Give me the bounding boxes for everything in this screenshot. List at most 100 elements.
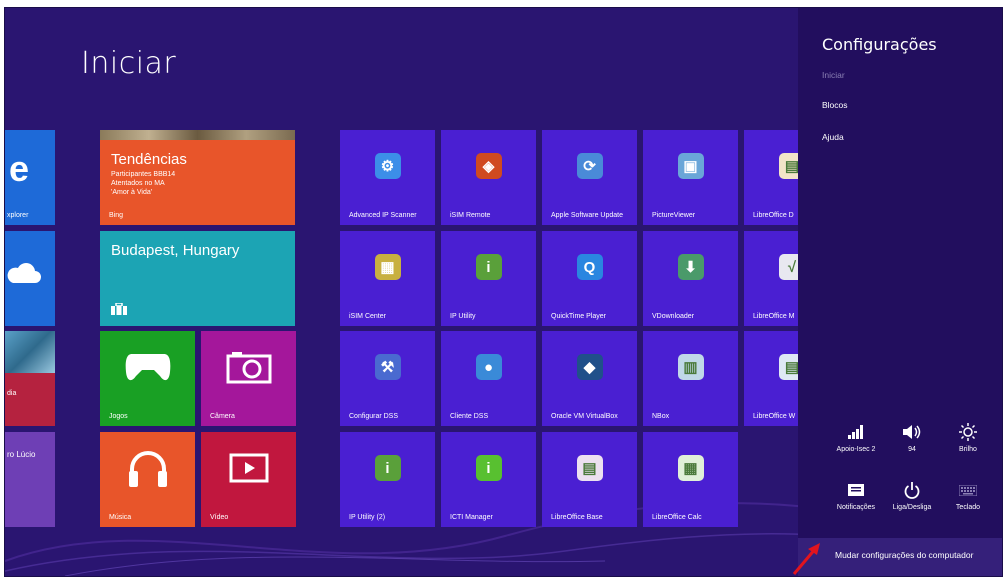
app-tile[interactable]: ▥ NBox [643, 331, 738, 426]
picture-viewer-icon: ▣ [677, 153, 704, 180]
camera-icon [226, 352, 271, 384]
tile-label: Apple Software Update [551, 212, 623, 219]
tile-label: Configurar DSS [349, 413, 399, 420]
tile-label: iSIM Center [349, 313, 386, 320]
sim-center-icon: ▦ [374, 254, 401, 281]
tile-label: LibreOffice W [753, 413, 796, 420]
app-tile[interactable]: ▤ LibreOffice Base [542, 432, 637, 527]
trends-line: 'Amor à Vida' [111, 189, 153, 196]
tile-label: iSIM Remote [450, 212, 491, 219]
app-tile[interactable]: ⬇ VDownloader [643, 231, 738, 326]
volume-icon [903, 425, 921, 439]
tile-label: LibreOffice Calc [652, 514, 702, 521]
tile-label: ro Lúcio [7, 450, 36, 459]
brightness-icon [959, 423, 977, 441]
tile-label: PictureViewer [652, 212, 696, 219]
virtualbox-icon: ◆ [576, 354, 603, 381]
tile-label: dia [7, 390, 17, 397]
cloud-icon [7, 263, 41, 283]
trends-line: Atentados no MA [111, 180, 165, 187]
app-tile[interactable]: √ LibreOffice M [744, 231, 802, 326]
keyboard-icon [959, 484, 977, 496]
trends-photo-strip [100, 130, 295, 140]
tile-label: Música [109, 514, 132, 521]
libreoffice-base-icon: ▤ [576, 455, 603, 482]
page-title: Iniciar [81, 46, 177, 81]
tile-video[interactable]: Vídeo [201, 432, 296, 527]
tile-label: Oracle VM VirtualBox [551, 413, 618, 420]
app-tile[interactable]: ▦ LibreOffice Calc [643, 432, 738, 527]
tile-label: VDownloader [652, 313, 695, 320]
charm-title: Configurações [822, 35, 937, 54]
charm-link-help[interactable]: Ajuda [822, 132, 844, 142]
app-tile[interactable]: Q QuickTime Player [542, 231, 637, 326]
app-tile[interactable]: ▤ LibreOffice W [744, 331, 802, 426]
app-tile[interactable]: ◆ Oracle VM VirtualBox [542, 331, 637, 426]
tile-weather[interactable]: Budapest, Hungary [100, 231, 295, 326]
tile-label: Bing [109, 212, 124, 219]
xbox-controller-icon [125, 354, 170, 381]
quick-setting-label: Notificações [836, 504, 876, 511]
nbox-icon: ▥ [677, 354, 704, 381]
quick-setting-power[interactable]: Liga/Desliga [884, 479, 940, 511]
tile-camera[interactable]: Câmera [201, 331, 296, 426]
app-tile[interactable]: i ICTI Manager [441, 432, 536, 527]
quick-setting-label: Brilho [959, 446, 977, 453]
quick-setting-brightness[interactable]: Brilho [940, 421, 996, 453]
suitcase-icon [111, 303, 127, 315]
weather-title: Budapest, Hungary [111, 242, 240, 259]
headphones-icon [128, 451, 167, 488]
quick-setting-volume[interactable]: 94 [884, 421, 940, 453]
tile-label: IP Utility (2) [349, 514, 386, 521]
quick-setting-notifications[interactable]: Notificações [828, 479, 884, 511]
tile-people[interactable]: ro Lúcio [5, 432, 55, 527]
tile-label: xplorer [7, 212, 29, 219]
tile-media[interactable]: dia [5, 331, 55, 426]
remote-icon: ◈ [475, 153, 502, 180]
media-photo [5, 331, 55, 373]
network-scan-icon: ⚙ [374, 153, 401, 180]
video-icon [229, 453, 268, 483]
app-tile[interactable]: ▤ LibreOffice D [744, 130, 802, 225]
app-tile[interactable]: ▦ iSIM Center [340, 231, 435, 326]
wifi-icon [848, 425, 863, 439]
configure-dss-icon: ⚒ [374, 354, 401, 381]
quick-setting-label: Apoio-Isec 2 [836, 446, 876, 453]
tile-skydrive[interactable] [5, 231, 55, 326]
app-tile[interactable]: ◈ iSIM Remote [441, 130, 536, 225]
tile-games[interactable]: Jogos [100, 331, 195, 426]
tile-label: NBox [652, 413, 670, 420]
quick-setting-network[interactable]: Apoio-Isec 2 [828, 421, 884, 453]
tile-internet-explorer[interactable]: e xplorer [5, 130, 55, 225]
app-tile[interactable]: i IP Utility (2) [340, 432, 435, 527]
vdownloader-icon: ⬇ [677, 254, 704, 281]
settings-charm: Configurações Iniciar Blocos Ajuda Apoio… [798, 8, 1002, 576]
tile-label: LibreOffice Base [551, 514, 603, 521]
red-arrow-annotation [792, 543, 820, 575]
app-tile[interactable]: ⚙ Advanced IP Scanner [340, 130, 435, 225]
app-tile[interactable]: ⟳ Apple Software Update [542, 130, 637, 225]
start-screen: Iniciar e xplorer dia ro Lúcio Tendência… [4, 7, 1003, 577]
tile-label: Câmera [210, 413, 235, 420]
charm-context: Iniciar [822, 70, 845, 80]
tile-label: ICTI Manager [450, 514, 493, 521]
tile-trends[interactable]: Tendências Participantes BBB14 Atentados… [100, 130, 295, 225]
tile-label: Jogos [109, 413, 128, 420]
quick-setting-keyboard[interactable]: Teclado [940, 479, 996, 511]
app-tile[interactable]: i IP Utility [441, 231, 536, 326]
trends-line: Participantes BBB14 [111, 171, 176, 178]
ip-utility-icon: i [475, 254, 502, 281]
app-tile[interactable]: ⚒ Configurar DSS [340, 331, 435, 426]
tile-label: Advanced IP Scanner [349, 212, 417, 219]
change-pc-settings-link[interactable]: Mudar configurações do computador [798, 538, 1002, 576]
internet-explorer-icon: e [9, 148, 30, 189]
tile-label: LibreOffice D [753, 212, 794, 219]
app-tile[interactable]: ● Cliente DSS [441, 331, 536, 426]
tile-label: QuickTime Player [551, 313, 606, 320]
tile-music[interactable]: Música [100, 432, 195, 527]
icti-manager-icon: i [475, 455, 502, 482]
quicktime-icon: Q [576, 254, 603, 281]
app-tile[interactable]: ▣ PictureViewer [643, 130, 738, 225]
charm-link-tiles[interactable]: Blocos [822, 100, 848, 110]
libreoffice-calc-icon: ▦ [677, 455, 704, 482]
